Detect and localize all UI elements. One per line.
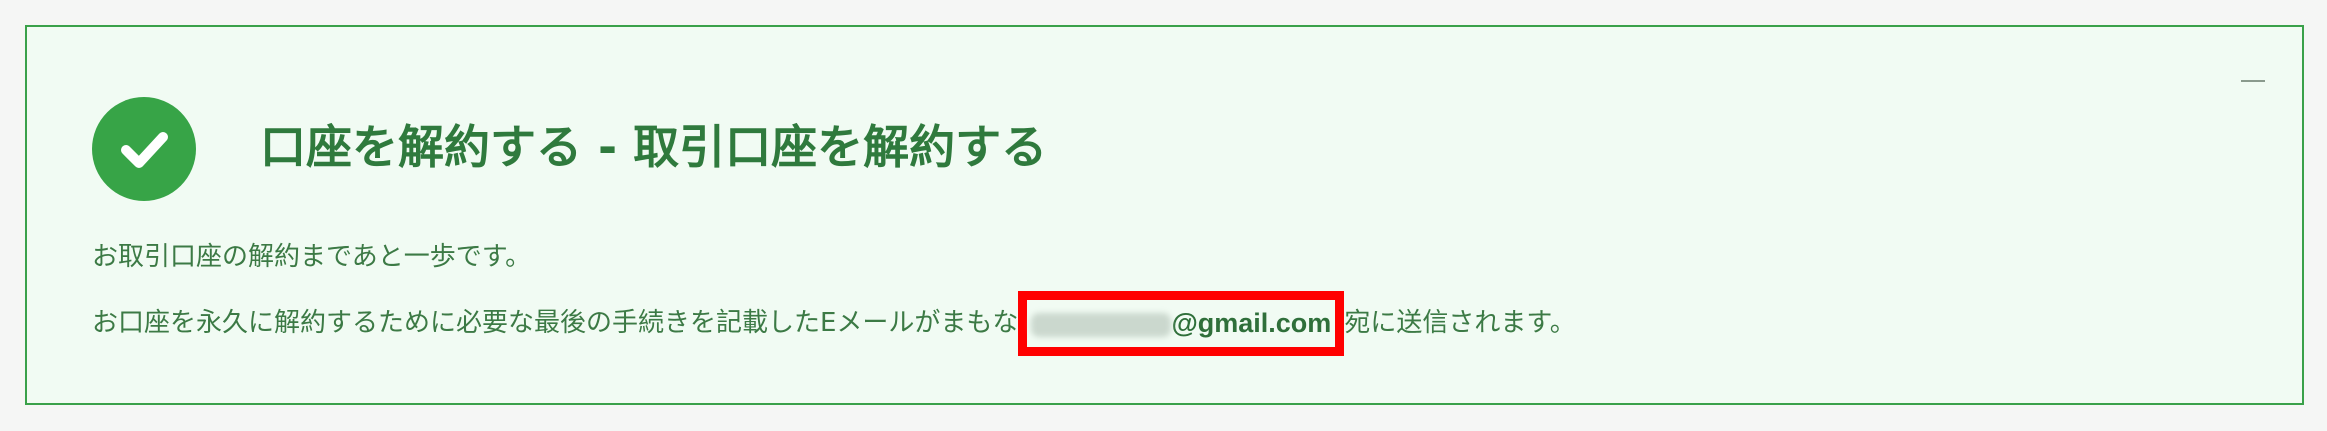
success-status <box>92 97 196 201</box>
message-line-2-end: 宛に送信されます。 <box>1344 308 1576 338</box>
minus-icon <box>2241 80 2265 82</box>
message-line-2-start: お口座を永久に解約するために必要な最後の手続きを記載したEメールがまもな <box>92 308 1019 338</box>
email-domain: @gmail.com <box>1171 308 1332 338</box>
message-line-1: お取引口座の解約まであと一歩です。 <box>92 242 532 272</box>
email-address-highlight: @gmail.com <box>1018 291 1345 356</box>
check-icon <box>121 132 168 168</box>
message-line-2: お口座を永久に解約するために必要な最後の手続きを記載したEメールがまもな @gma… <box>92 291 1576 356</box>
collapse-button[interactable] <box>2239 67 2267 95</box>
confirmation-panel: 口座を解約する - 取引口座を解約する お取引口座の解約まであと一歩です。 お口… <box>25 25 2304 405</box>
redacted-email-username <box>1031 312 1172 337</box>
panel-title: 口座を解約する - 取引口座を解約する <box>260 120 1048 174</box>
